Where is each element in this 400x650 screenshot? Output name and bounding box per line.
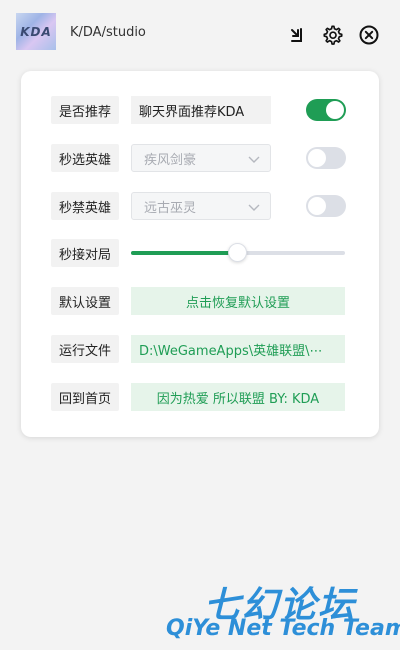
home-row: 回到首页 因为热爱 所以联盟 BY: KDA — [51, 383, 347, 411]
app-logo: KDA — [16, 13, 56, 50]
pick-hero-toggle[interactable] — [306, 147, 346, 169]
logo-text: KDA — [20, 24, 52, 39]
slider-fill — [131, 251, 238, 255]
title-bar: KDA K/DA/studio — [0, 0, 400, 70]
accept-match-row: 秒接对局 — [51, 239, 347, 267]
defaults-label: 默认设置 — [51, 287, 119, 315]
gear-icon[interactable] — [321, 23, 345, 47]
minimize-icon[interactable] — [284, 23, 308, 47]
pick-hero-placeholder: 疾风剑豪 — [144, 152, 197, 168]
home-label: 回到首页 — [51, 383, 119, 411]
pick-hero-row: 秒选英雄 疾风剑豪 — [51, 144, 347, 172]
ban-hero-select[interactable]: 远古巫灵 — [131, 192, 271, 220]
chevron-down-icon — [248, 153, 260, 168]
run-file-label: 运行文件 — [51, 335, 119, 363]
run-file-row: 运行文件 D:\WeGameApps\英雄联盟\⋯ — [51, 335, 347, 363]
accept-match-slider[interactable] — [131, 243, 345, 262]
restore-defaults-button[interactable]: 点击恢复默认设置 — [131, 287, 345, 315]
accept-match-label: 秒接对局 — [51, 239, 119, 267]
recommend-row: 是否推荐 聊天界面推荐KDA — [51, 96, 347, 124]
toggle-knob — [308, 197, 326, 215]
slider-thumb[interactable] — [228, 243, 247, 262]
toggle-knob — [308, 149, 326, 167]
pick-hero-label: 秒选英雄 — [51, 144, 119, 172]
watermark-en: QiYe Net Tech Team — [166, 616, 400, 641]
pick-hero-select[interactable]: 疾风剑豪 — [131, 144, 271, 172]
recommend-toggle[interactable] — [306, 99, 346, 121]
ban-hero-label: 秒禁英雄 — [51, 192, 119, 220]
recommend-value: 聊天界面推荐KDA — [131, 96, 271, 124]
settings-card: 是否推荐 聊天界面推荐KDA 秒选英雄 疾风剑豪 秒禁英雄 远古巫灵 秒接对局 … — [21, 71, 379, 437]
home-button[interactable]: 因为热爱 所以联盟 BY: KDA — [131, 383, 345, 411]
toggle-knob — [326, 101, 344, 119]
chevron-down-icon — [248, 201, 260, 216]
ban-hero-toggle[interactable] — [306, 195, 346, 217]
run-file-path[interactable]: D:\WeGameApps\英雄联盟\⋯ — [131, 335, 345, 363]
ban-hero-row: 秒禁英雄 远古巫灵 — [51, 192, 347, 220]
ban-hero-placeholder: 远古巫灵 — [144, 200, 197, 216]
recommend-label: 是否推荐 — [51, 96, 119, 124]
app-name: K/DA/studio — [70, 25, 146, 40]
close-icon[interactable] — [357, 23, 381, 47]
defaults-row: 默认设置 点击恢复默认设置 — [51, 287, 347, 315]
